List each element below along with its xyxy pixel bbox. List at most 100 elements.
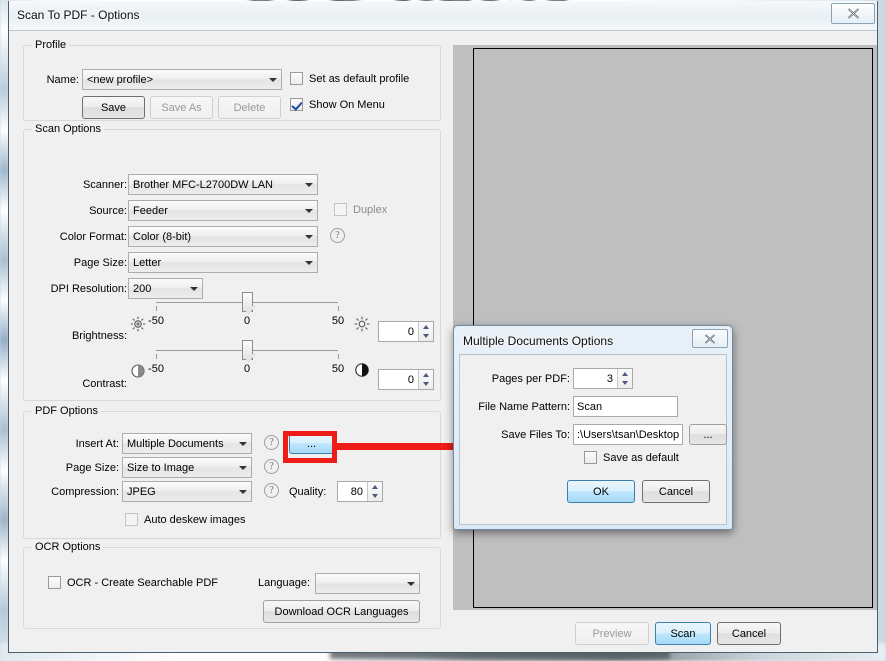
dialog-title: Multiple Documents Options (463, 334, 614, 348)
brightness-tick-max (338, 306, 339, 311)
multiple-documents-options-button[interactable]: ... (289, 433, 334, 454)
spinner-down-icon[interactable] (419, 380, 433, 390)
pages-per-pdf-spinner[interactable]: 3 (573, 368, 633, 389)
scan-options-group-title: Scan Options (32, 123, 105, 135)
close-icon[interactable] (831, 3, 875, 24)
brightness-max-label: 50 (331, 315, 345, 327)
profile-name-value: <new profile> (87, 73, 154, 86)
brightness-mid-label: 0 (243, 315, 251, 327)
auto-deskew-images-label: Auto deskew images (144, 513, 246, 526)
scan-page-size-value: Letter (133, 256, 162, 269)
duplex-label: Duplex (353, 203, 388, 216)
save-as-default-checkbox[interactable]: Save as default (584, 451, 679, 464)
chevron-down-icon (300, 201, 317, 220)
chevron-down-icon (234, 482, 251, 501)
pdf-page-size-combo[interactable]: Size to Image (122, 457, 252, 478)
contrast-slider-thumb[interactable] (242, 340, 253, 360)
scanner-combo[interactable]: Brother MFC-L2700DW LAN (128, 174, 318, 195)
color-format-label: Color Format: (59, 231, 127, 243)
contrast-tick-max (338, 354, 339, 359)
quality-spinner-buttons[interactable] (367, 482, 382, 501)
scanner-label: Scanner: (82, 179, 127, 191)
brightness-value: 0 (407, 325, 414, 338)
dialog-ok-button[interactable]: OK (567, 480, 635, 503)
spinner-down-icon[interactable] (368, 492, 382, 502)
contrast-high-icon (355, 363, 369, 377)
scanner-value: Brother MFC-L2700DW LAN (133, 178, 273, 191)
contrast-mid-label: 0 (243, 363, 251, 375)
brightness-spinner-buttons[interactable] (418, 322, 433, 341)
dpi-resolution-value: 200 (133, 282, 152, 295)
pdf-page-size-label: Page Size: (65, 462, 119, 474)
cancel-button[interactable]: Cancel (717, 622, 781, 645)
set-as-default-profile-checkbox[interactable]: Set as default profile (290, 72, 409, 85)
scan-page-size-combo[interactable]: Letter (128, 252, 318, 273)
checkbox-box (584, 451, 597, 464)
quality-label: Quality: (289, 486, 327, 498)
file-name-pattern-input[interactable]: Scan (573, 396, 678, 417)
language-combo[interactable] (315, 573, 420, 594)
spinner-down-icon[interactable] (618, 379, 632, 389)
pages-per-pdf-spinner-buttons[interactable] (617, 369, 632, 388)
file-name-pattern-label: File Name Pattern: (478, 401, 570, 413)
color-format-combo[interactable]: Color (8-bit) (128, 226, 318, 247)
scan-button[interactable]: Scan (655, 622, 711, 645)
contrast-label: Contrast: (82, 378, 127, 390)
profile-group-title: Profile (32, 39, 70, 51)
save-as-default-label: Save as default (603, 451, 679, 464)
duplex-checkbox: Duplex (334, 203, 387, 216)
close-icon[interactable] (692, 329, 728, 348)
brightness-high-icon (354, 316, 370, 332)
dpi-resolution-label: DPI Resolution: (50, 283, 127, 295)
compression-combo[interactable]: JPEG (122, 481, 252, 502)
dialog-cancel-button[interactable]: Cancel (642, 480, 710, 503)
spinner-up-icon[interactable] (368, 482, 382, 492)
source-label: Source: (89, 205, 127, 217)
insert-at-combo[interactable]: Multiple Documents (122, 433, 252, 454)
checkbox-box (48, 576, 61, 589)
checkbox-box (125, 513, 138, 526)
color-format-value: Color (8-bit) (133, 230, 192, 243)
show-on-menu-checkbox[interactable]: Show On Menu (290, 98, 385, 111)
spinner-up-icon[interactable] (618, 369, 632, 379)
ocr-create-searchable-pdf-label: OCR - Create Searchable PDF (67, 576, 218, 589)
brightness-tick-min (156, 306, 157, 311)
brightness-label: Brightness: (71, 330, 127, 342)
chevron-down-icon (402, 574, 419, 593)
insert-at-value: Multiple Documents (127, 437, 224, 450)
contrast-value: 0 (407, 373, 414, 386)
brightness-slider-thumb[interactable] (242, 292, 253, 312)
save-files-to-input[interactable]: :\Users\tsan\Desktop (573, 424, 683, 445)
contrast-max-label: 50 (331, 363, 345, 375)
pdf-page-size-value: Size to Image (127, 461, 195, 474)
chevron-down-icon (264, 70, 281, 89)
source-combo[interactable]: Feeder (128, 200, 318, 221)
quality-value: 80 (350, 485, 363, 498)
checkbox-box (334, 203, 347, 216)
ocr-create-searchable-pdf-checkbox[interactable]: OCR - Create Searchable PDF (48, 576, 218, 589)
browse-save-location-button[interactable]: ... (689, 424, 727, 445)
save-button[interactable]: Save (82, 96, 145, 119)
pdf-options-group: PDF Options Insert At: Multiple Document… (23, 405, 441, 539)
pages-per-pdf-label: Pages per PDF: (491, 373, 570, 385)
spinner-down-icon[interactable] (419, 332, 433, 342)
auto-deskew-images-checkbox[interactable]: Auto deskew images (125, 513, 246, 526)
spinner-up-icon[interactable] (419, 370, 433, 380)
profile-name-combo[interactable]: <new profile> (82, 69, 282, 90)
dpi-resolution-combo[interactable]: 200 (128, 278, 203, 299)
brightness-spinner[interactable]: 0 (378, 321, 434, 342)
color-format-help-icon[interactable]: ? (330, 228, 345, 243)
pdf-page-size-help-icon[interactable]: ? (264, 459, 279, 474)
chevron-down-icon (300, 175, 317, 194)
footer-button-bar: Preview Scan Cancel (9, 614, 877, 651)
spinner-up-icon[interactable] (419, 322, 433, 332)
contrast-spinner-buttons[interactable] (418, 370, 433, 389)
chevron-down-icon (300, 253, 317, 272)
insert-at-help-icon[interactable]: ? (264, 435, 279, 450)
chevron-down-icon (234, 458, 251, 477)
contrast-spinner[interactable]: 0 (378, 369, 434, 390)
compression-help-icon[interactable]: ? (264, 483, 279, 498)
contrast-min-label: -50 (148, 363, 164, 375)
quality-spinner[interactable]: 80 (337, 481, 383, 502)
chevron-down-icon (300, 227, 317, 246)
